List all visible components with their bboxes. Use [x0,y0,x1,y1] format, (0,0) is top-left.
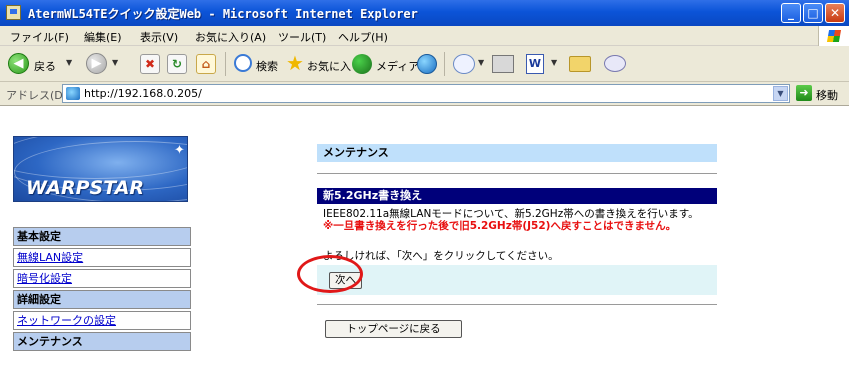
logo-star-icon: ✦ [174,143,185,158]
maximize-button[interactable]: □ [803,3,823,23]
folder-icon[interactable] [569,56,591,72]
sidebar-header-basic: 基本設定 [13,227,191,246]
address-input[interactable]: http://192.168.0.205/ ▼ [62,84,790,103]
favorites-star-icon[interactable]: ★ [286,52,304,74]
section-title: メンテナンス [317,144,717,162]
close-button[interactable]: ✕ [825,3,845,23]
toolbar: ◀ 戻る ▼ ▶ ▼ ✖ ↻ ⌂ 検索 ★ お気に入り メディア ▼ W ▼ [0,46,849,82]
subsection-title: 新5.2GHz書き換え [317,188,717,204]
sidebar-nav: 基本設定 無線LAN設定 暗号化設定 詳細設定 ネットワークの設定 メンテナンス [13,227,191,353]
divider [317,173,717,174]
warning-text: ※一旦書き換えを行った後で旧5.2GHz帯(J52)へ戻すことはできません。 [323,220,677,232]
back-dropdown-icon[interactable]: ▼ [66,58,72,67]
stop-icon[interactable]: ✖ [140,54,160,74]
go-button[interactable]: 移動 [816,87,838,103]
description-text: IEEE802.11a無線LANモードについて、新5.2GHz帯への書き換えを行… [323,208,699,220]
sidebar-header-maintenance: メンテナンス [13,332,191,351]
highlight-circle [297,255,363,293]
menu-favorites[interactable]: お気に入り(A) [195,29,266,45]
media-label[interactable]: メディア [376,58,419,74]
menu-bar: ファイル(F) 編集(E) 表示(V) お気に入り(A) ツール(T) ヘルプ(… [0,26,849,46]
window-title: AtermWL54TEクイック設定Web - Microsoft Interne… [28,7,418,21]
toolbar-divider [225,52,226,76]
forward-dropdown-icon[interactable]: ▼ [112,58,118,67]
home-icon[interactable]: ⌂ [196,54,216,74]
warpstar-logo: ✦ WARPSTAR [13,136,188,202]
go-arrow-icon[interactable]: ➜ [796,85,812,101]
minimize-button[interactable]: _ [781,3,801,23]
menu-file[interactable]: ファイル(F) [10,29,69,45]
back-label[interactable]: 戻る [34,58,56,74]
mail-icon[interactable] [453,54,475,74]
title-bar: AtermWL54TEクイック設定Web - Microsoft Interne… [0,0,849,26]
logo-text: WARPSTAR [26,177,145,199]
media-icon[interactable] [352,54,372,74]
divider [317,304,717,305]
edit-dropdown-icon[interactable]: ▼ [551,58,557,67]
ie-app-icon [6,5,21,20]
menu-edit[interactable]: 編集(E) [84,29,122,45]
address-dropdown-icon[interactable]: ▼ [773,86,788,101]
toolbar-divider [444,52,445,76]
address-label: アドレス(D) [6,89,68,102]
windows-logo-icon [818,26,849,46]
messenger-icon[interactable] [604,55,626,72]
sidebar-item-wireless-lan[interactable]: 無線LAN設定 [13,248,191,267]
back-arrow-icon[interactable]: ◀ [8,53,29,74]
refresh-icon[interactable]: ↻ [167,54,187,74]
search-icon[interactable] [234,54,252,72]
search-label[interactable]: 検索 [256,58,278,74]
menu-view[interactable]: 表示(V) [140,29,178,45]
page-favicon-icon [66,87,80,100]
instruction-text: よろしければ、「次へ」をクリックしてください。 [323,250,559,262]
print-icon[interactable] [492,55,514,73]
forward-arrow-icon[interactable]: ▶ [86,53,107,74]
back-to-top-button[interactable]: トップページに戻る [325,320,462,338]
address-url[interactable]: http://192.168.0.205/ [84,87,202,100]
address-bar: アドレス(D) http://192.168.0.205/ ▼ ➜ 移動 [0,82,849,106]
button-row: 次へ [317,265,717,295]
page-content: ✦ WARPSTAR 基本設定 無線LAN設定 暗号化設定 詳細設定 ネットワー… [0,106,849,367]
sidebar-header-advanced: 詳細設定 [13,290,191,309]
word-edit-icon[interactable]: W [526,54,544,74]
sidebar-item-network[interactable]: ネットワークの設定 [13,311,191,330]
sidebar-item-encryption[interactable]: 暗号化設定 [13,269,191,288]
menu-tools[interactable]: ツール(T) [278,29,326,45]
description-block: IEEE802.11a無線LANモードについて、新5.2GHz帯への書き換えを行… [323,208,719,232]
mail-dropdown-icon[interactable]: ▼ [478,58,484,67]
menu-help[interactable]: ヘルプ(H) [338,29,388,45]
history-icon[interactable] [417,54,437,74]
